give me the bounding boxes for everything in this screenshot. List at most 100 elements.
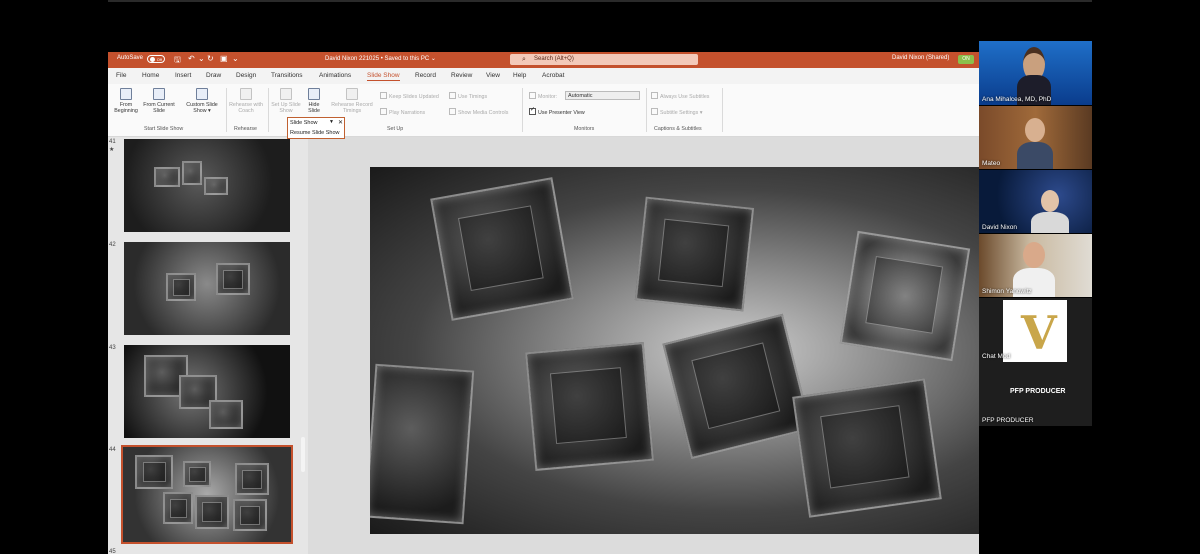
ribbon: From Beginning From Current Slide Custom… [108, 84, 979, 137]
rehearse-timings-button[interactable]: Rehearse Record Timings [328, 88, 376, 114]
ribbon-separator [722, 88, 723, 132]
crystal-shape [430, 177, 574, 321]
participant-video-tile[interactable]: Ana Mihalcea, MD, PhD [979, 41, 1092, 105]
tab-design[interactable]: Design [236, 72, 256, 79]
menu-bar: File Home Insert Draw Design Transitions… [108, 68, 979, 84]
use-timings-checkbox[interactable]: Use Timings [449, 92, 487, 100]
custom-slide-show-button[interactable]: Custom Slide Show ▾ [182, 88, 222, 114]
close-icon[interactable]: ✕ [338, 119, 343, 126]
custom-show-label: Custom Slide Show ▾ [186, 102, 218, 114]
crystal-shape [195, 495, 229, 529]
slide-number: 45 [109, 549, 116, 554]
tab-help[interactable]: Help [513, 72, 526, 79]
resume-slide-show-item[interactable]: Resume Slide Show [290, 130, 340, 136]
from-current-slide-button[interactable]: From Current Slide [142, 88, 176, 114]
ribbon-separator [268, 88, 269, 132]
participant-name: PFP PRODUCER [982, 417, 1034, 424]
set-up-slide-show-button[interactable]: Set Up Slide Show [271, 88, 301, 114]
hide-slide-icon [308, 88, 320, 100]
from-beginning-label: From Beginning [114, 102, 138, 114]
subtitle-settings-button[interactable]: Subtitle Settings ▾ [651, 108, 702, 116]
slide-thumbnail[interactable] [124, 242, 290, 335]
slide-thumbnail[interactable] [124, 345, 290, 438]
tab-home[interactable]: Home [142, 72, 159, 79]
participant-name: David Nixon [982, 224, 1018, 231]
crystal-shape [154, 167, 180, 187]
document-title[interactable]: David Nixon 221025 • Saved to this PC ⌄ [325, 55, 436, 62]
presenter-view-label: Use Presenter View [538, 110, 585, 116]
group-label-start-slide-show: Start Slide Show [144, 126, 184, 132]
autosave-label: AutoSave [117, 55, 144, 61]
play-from-start-icon [120, 88, 132, 100]
participant-video-tile[interactable]: Mateo [979, 106, 1092, 169]
present-icon[interactable]: ▣ [220, 54, 228, 63]
redo-icon[interactable]: ↻ [207, 54, 214, 63]
tab-slide-show[interactable]: Slide Show [367, 72, 400, 81]
presence-badge: ON [958, 55, 974, 64]
group-label-set-up: Set Up [387, 126, 404, 132]
tab-transitions[interactable]: Transitions [271, 72, 303, 79]
participant-video-tile[interactable]: V Chat Mod [979, 298, 1092, 368]
rehearse-timings-label: Rehearse Record Timings [331, 102, 373, 114]
coach-icon [240, 88, 252, 100]
monitor-label: Monitor: [529, 92, 557, 100]
always-use-subtitles-checkbox[interactable]: Always Use Subtitles [651, 92, 709, 100]
participant-video-tile[interactable]: Shimon Yanowitz [979, 234, 1092, 297]
slide-thumbnail-selected[interactable] [121, 445, 293, 544]
show-media-controls-checkbox[interactable]: Show Media Controls [449, 108, 508, 116]
undo-icon[interactable]: ↶ [188, 54, 195, 63]
participant-video-tile[interactable]: PFP PRODUCER PFP PRODUCER [979, 368, 1092, 426]
top-edge-line [108, 0, 1092, 2]
autosave-toggle[interactable]: Off [147, 55, 165, 63]
ribbon-separator [646, 88, 647, 132]
ribbon-separator [226, 88, 227, 132]
tab-file[interactable]: File [116, 72, 126, 79]
crystal-shape [163, 492, 193, 524]
thumbnail-scrollbar[interactable] [301, 437, 305, 472]
keep-slides-updated-checkbox[interactable]: Keep Slides Updated [380, 92, 439, 100]
slide-thumbnail-panel[interactable]: 41 ★ 42 43 44 45 [108, 137, 298, 554]
title-bar: AutoSave Off 🖫 ↶ ⌄ ↻ ▣ ⌄ David Nixon 221… [108, 52, 979, 68]
tab-acrobat[interactable]: Acrobat [542, 72, 564, 79]
tab-animations[interactable]: Animations [319, 72, 351, 79]
save-icon[interactable]: 🖫 [174, 54, 181, 68]
customize-toolbar-icon[interactable]: ⌄ [232, 54, 239, 63]
participant-name: Chat Mod [982, 353, 1011, 360]
from-beginning-button[interactable]: From Beginning [111, 88, 141, 114]
hide-slide-button[interactable]: Hide Slide [302, 88, 326, 114]
crystal-shape [370, 363, 475, 525]
tab-review[interactable]: Review [451, 72, 472, 79]
ribbon-separator [522, 88, 523, 132]
current-slide[interactable] [370, 167, 979, 534]
crystal-shape [662, 313, 812, 460]
play-narrations-checkbox[interactable]: Play Narrations [380, 108, 425, 116]
participant-name: Ana Mihalcea, MD, PhD [982, 96, 1052, 103]
timings-icon [346, 88, 358, 100]
always-subtitles-label: Always Use Subtitles [660, 94, 710, 100]
slide-thumbnail[interactable] [124, 139, 290, 232]
participant-video-tile[interactable]: David Nixon [979, 170, 1092, 233]
search-placeholder: Search (Alt+Q) [534, 56, 574, 62]
user-name[interactable]: David Nixon (Shared) [892, 55, 949, 61]
crystal-shape [216, 263, 250, 295]
tab-draw[interactable]: Draw [206, 72, 221, 79]
subtitle-settings-label: Subtitle Settings ▾ [660, 110, 703, 116]
custom-show-icon [196, 88, 208, 100]
dropdown-caret-icon[interactable]: ▼ [329, 119, 334, 125]
crystal-shape [235, 463, 269, 495]
tab-insert[interactable]: Insert [175, 72, 191, 79]
slide-show-dropdown: Slide Show ▼ ✕ Resume Slide Show [287, 117, 345, 139]
undo-dropdown-icon[interactable]: ⌄ [198, 54, 205, 63]
crystal-shape [792, 378, 942, 518]
rehearse-with-coach-button[interactable]: Rehearse with Coach [229, 88, 263, 114]
crystal-shape [233, 499, 267, 531]
search-box[interactable]: ⌕ Search (Alt+Q) [510, 54, 698, 65]
tab-record[interactable]: Record [415, 72, 436, 79]
monitor-select[interactable]: Automatic [565, 91, 640, 100]
tab-view[interactable]: View [486, 72, 500, 79]
slide-number: 42 [109, 242, 116, 248]
presenter-view-checkbox[interactable]: Use Presenter View [529, 106, 585, 116]
from-current-label: From Current Slide [143, 102, 175, 114]
group-label-captions: Captions & Subtitles [654, 126, 702, 132]
crystal-shape [182, 161, 202, 185]
